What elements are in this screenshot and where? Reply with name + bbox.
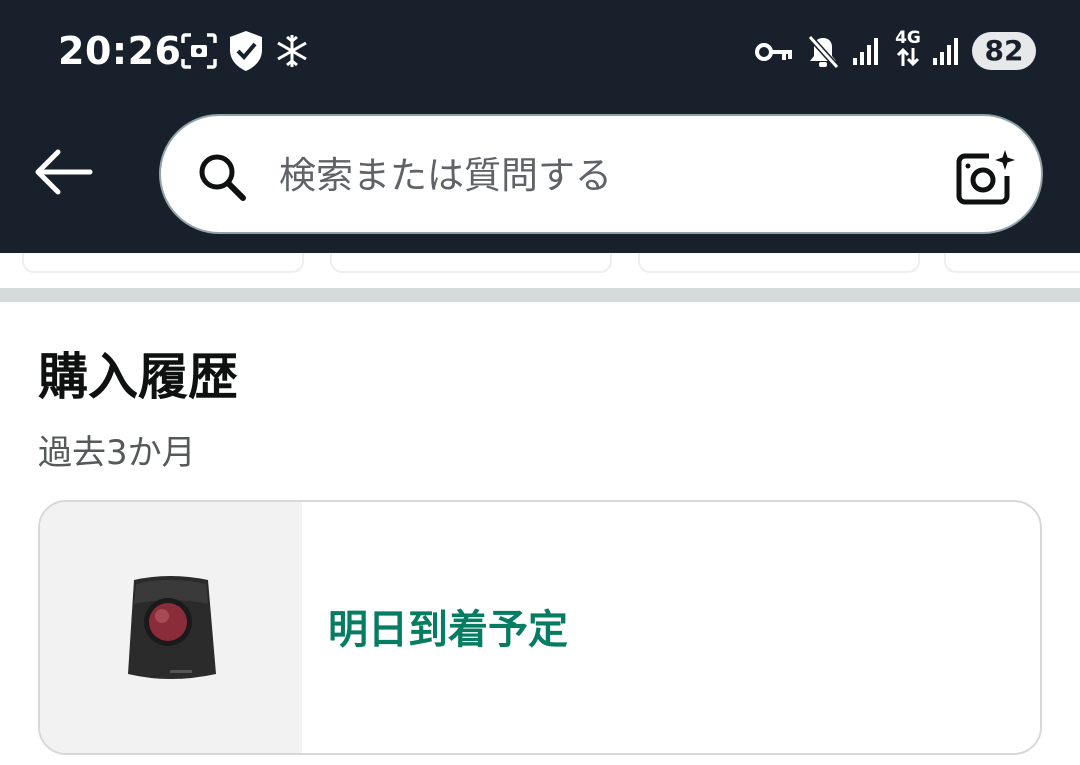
category-chips xyxy=(0,253,1080,288)
back-button[interactable] xyxy=(30,140,94,204)
data-arrows-icon: 4G xyxy=(893,30,923,71)
search-input[interactable] xyxy=(277,142,921,208)
search-icon xyxy=(197,152,247,206)
network-type: 4G xyxy=(895,28,921,48)
mute-icon xyxy=(806,34,840,74)
snowflake-icon xyxy=(276,34,308,72)
top-bar: 20:26 4G 82 検索または質問する xyxy=(0,0,1080,253)
category-chip[interactable] xyxy=(330,253,612,273)
battery-indicator: 82 xyxy=(972,32,1036,70)
section-subtitle: 過去3か月 xyxy=(38,433,196,473)
key-icon xyxy=(754,38,794,70)
signal-icon xyxy=(932,36,962,70)
search-bar[interactable] xyxy=(159,114,1043,234)
delivery-status: 明日到着予定 xyxy=(328,607,568,653)
status-time: 20:26 xyxy=(58,29,182,73)
screenshot-icon xyxy=(180,32,218,74)
status-bar: 20:26 4G 82 xyxy=(0,0,1080,105)
category-chip[interactable] xyxy=(944,253,1080,273)
category-chip[interactable] xyxy=(638,253,920,273)
back-arrow-icon xyxy=(30,149,94,208)
shield-check-icon xyxy=(228,30,264,76)
section-divider xyxy=(0,288,1080,302)
order-card[interactable]: 明日到着予定 xyxy=(38,500,1042,755)
section-title: 購入履歴 xyxy=(38,348,238,406)
category-chip[interactable] xyxy=(22,253,304,273)
product-image[interactable] xyxy=(40,502,302,753)
camera-sparkle-icon[interactable] xyxy=(955,148,1015,210)
signal-icon xyxy=(852,36,882,70)
